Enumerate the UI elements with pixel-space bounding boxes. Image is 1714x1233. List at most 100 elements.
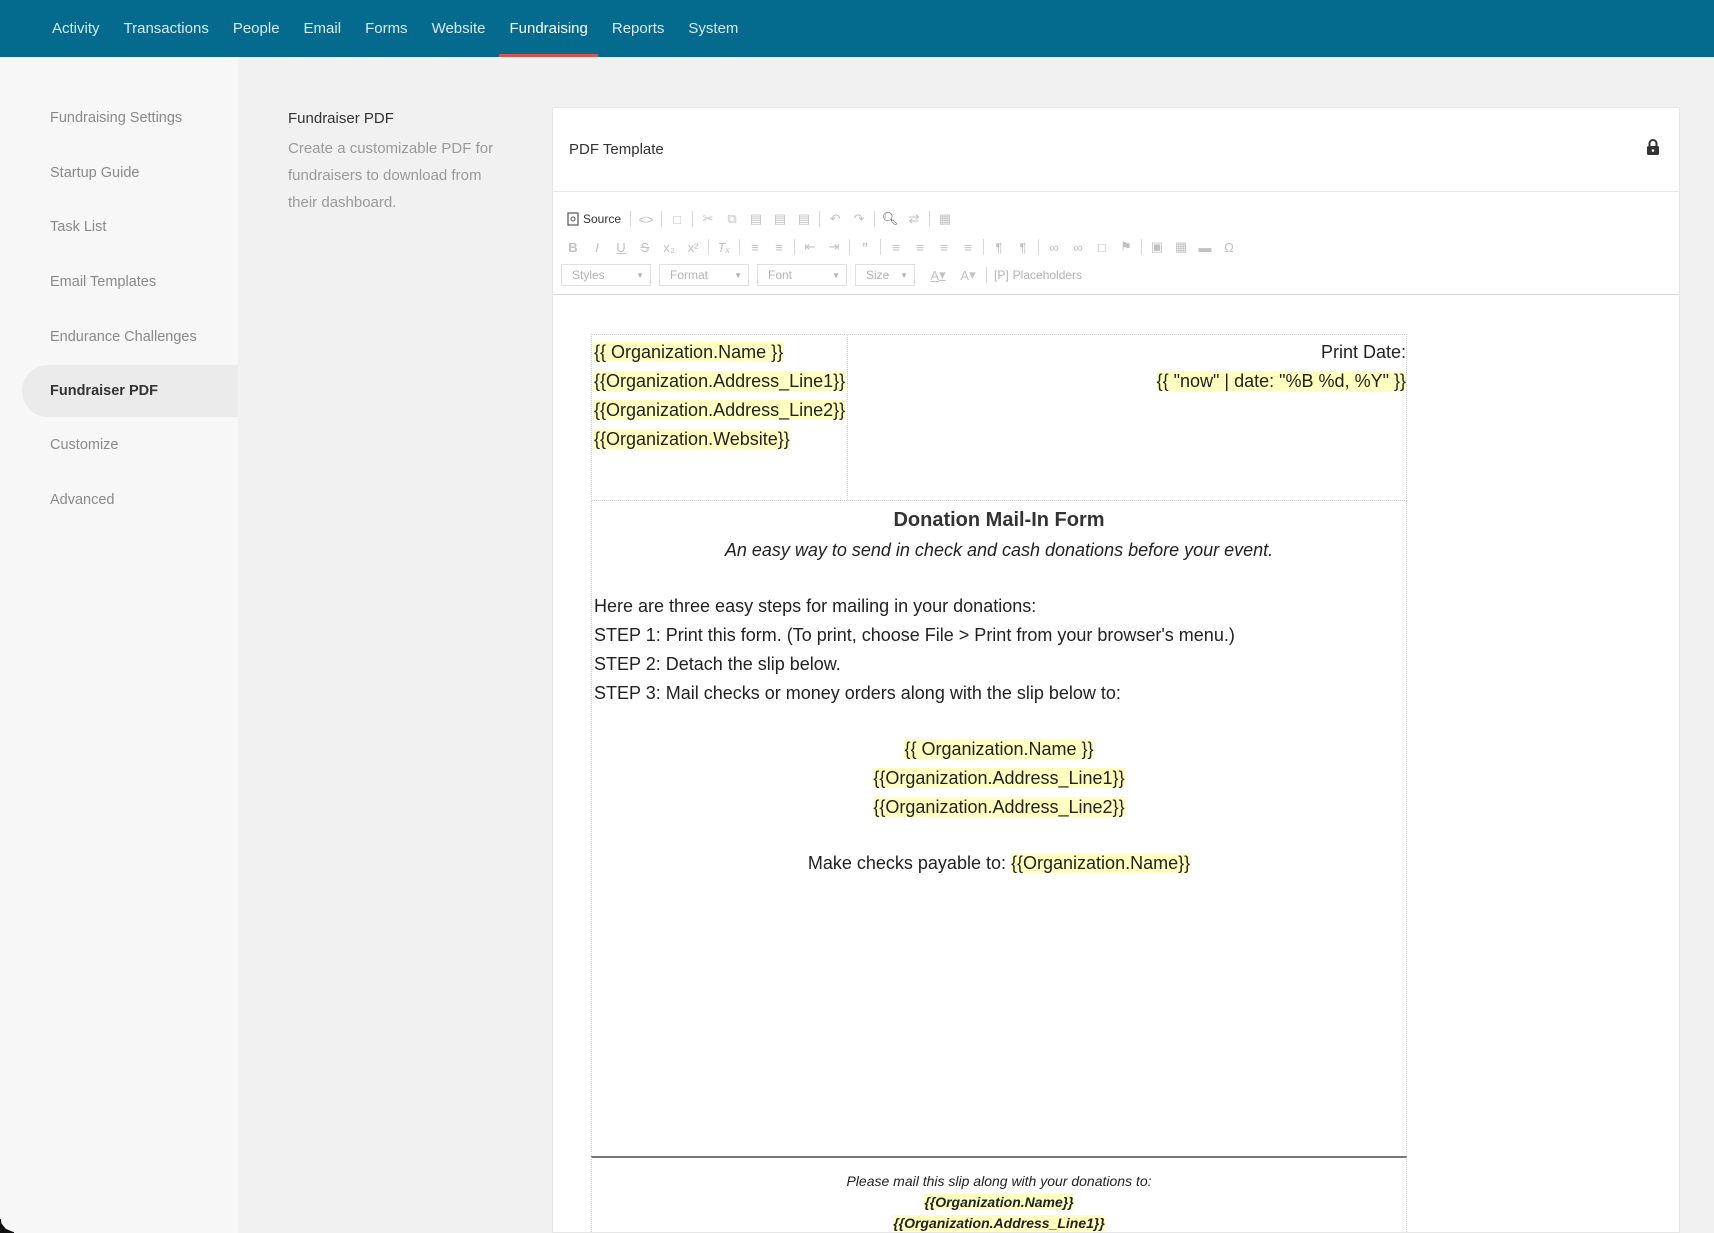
blockquote-icon[interactable]: ” xyxy=(853,235,877,259)
replace-icon[interactable]: ⇄ xyxy=(902,207,926,231)
remove-format-icon[interactable]: Tₓ xyxy=(712,235,736,259)
nav-item-transactions[interactable]: Transactions xyxy=(112,0,221,57)
strikethrough-icon[interactable]: S xyxy=(633,235,657,259)
sidebar-item-fundraising-settings[interactable]: Fundraising Settings xyxy=(22,92,238,144)
nav-item-website[interactable]: Website xyxy=(420,0,498,57)
section-title: Fundraiser PDF xyxy=(288,110,394,127)
toolbar-separator xyxy=(819,211,821,227)
text-color-icon[interactable]: A ▾ xyxy=(923,263,953,287)
nav-item-forms[interactable]: Forms xyxy=(353,0,420,57)
ltr-icon[interactable]: ¶ xyxy=(987,235,1011,259)
horizontal-line-icon[interactable]: ▬ xyxy=(1193,235,1217,259)
editor-toolbar: Source <> □ ✂ ⧉ ▤ ▤ ▤ ↶ ↷ 🔍︎ ⇄ ▦ B I U S xyxy=(553,193,1679,295)
image-icon[interactable]: ▣ xyxy=(1145,235,1169,259)
nav-item-system[interactable]: System xyxy=(676,0,750,57)
mail-to-org-name: {{ Organization.Name }} xyxy=(904,739,1094,759)
find-icon[interactable]: 🔍︎ xyxy=(878,207,902,231)
form-subtitle: An easy way to send in check and cash do… xyxy=(724,540,1274,560)
underline-icon[interactable]: U xyxy=(609,235,633,259)
org-address-line1-placeholder: {{Organization.Address_Line1}} xyxy=(594,371,846,391)
toolbar-separator xyxy=(708,239,709,255)
format-label: Format xyxy=(670,268,709,282)
sidebar: Fundraising Settings Startup Guide Task … xyxy=(0,57,238,1233)
placeholders-button[interactable]: [P] Placeholders xyxy=(994,268,1082,282)
mail-to-address-line1: {{Organization.Address_Line1}} xyxy=(873,768,1125,788)
styles-dropdown[interactable]: Styles ▼ xyxy=(561,264,651,286)
align-justify-icon[interactable]: ≡ xyxy=(956,235,980,259)
select-all-icon[interactable]: ▦ xyxy=(933,207,957,231)
superscript-icon[interactable]: x² xyxy=(681,235,705,259)
sidebar-item-startup-guide[interactable]: Startup Guide xyxy=(22,147,238,199)
undo-icon[interactable]: ↶ xyxy=(823,207,847,231)
chevron-down-icon: ▼ xyxy=(636,270,644,280)
payable-placeholder: {{Organization.Name}} xyxy=(1011,853,1191,873)
link-icon[interactable]: ∞ xyxy=(1042,235,1066,259)
code-icon[interactable]: <> xyxy=(634,207,658,231)
copy-icon[interactable]: ⧉ xyxy=(720,207,744,231)
panel-header: PDF Template xyxy=(553,108,1679,192)
source-button[interactable]: Source xyxy=(561,207,627,231)
background-color-icon[interactable]: A ▾ xyxy=(953,263,983,287)
payable-line: Make checks payable to: {{Organization.N… xyxy=(594,849,1404,878)
numbered-list-icon[interactable]: ≡ xyxy=(743,235,767,259)
outdent-icon[interactable]: ⇤ xyxy=(798,235,822,259)
toolbar-separator xyxy=(661,211,663,227)
paste-word-icon[interactable]: ▤ xyxy=(792,207,816,231)
step-1: STEP 1: Print this form. (To print, choo… xyxy=(594,625,1235,645)
redo-icon[interactable]: ↷ xyxy=(847,207,871,231)
nav-item-people[interactable]: People xyxy=(221,0,292,57)
paste-icon[interactable]: ▤ xyxy=(744,207,768,231)
step-3: STEP 3: Mail checks or money orders alon… xyxy=(594,683,1121,703)
page-break-icon[interactable]: □ xyxy=(1090,235,1114,259)
header-right-cell: Print Date: {{ "now" | date: "%B %d, %Y"… xyxy=(848,335,1406,500)
chevron-down-icon: ▼ xyxy=(900,270,908,280)
nav-item-activity[interactable]: Activity xyxy=(40,0,112,57)
rtl-icon[interactable]: ¶ xyxy=(1011,235,1035,259)
section-description-text: Create a customizable PDF for fundraiser… xyxy=(288,140,494,211)
align-left-icon[interactable]: ≡ xyxy=(884,235,908,259)
unlink-icon[interactable]: ∞ xyxy=(1066,235,1090,259)
nav-item-fundraising[interactable]: Fundraising xyxy=(497,0,599,57)
sidebar-item-advanced[interactable]: Advanced xyxy=(22,474,238,526)
section-description: Fundraiser PDF Create a customizable PDF… xyxy=(288,110,508,216)
sidebar-item-fundraiser-pdf[interactable]: Fundraiser PDF xyxy=(22,365,238,417)
toolbar-separator xyxy=(1141,239,1142,255)
nav-item-reports[interactable]: Reports xyxy=(600,0,677,57)
toolbar-separator xyxy=(874,211,876,227)
new-page-icon[interactable]: □ xyxy=(665,207,689,231)
header-table: {{ Organization.Name }} {{Organization.A… xyxy=(591,334,1407,501)
placeholders-icon: [P] xyxy=(994,268,1009,282)
toolbar-separator xyxy=(630,211,632,227)
table-icon[interactable]: ▦ xyxy=(1169,235,1193,259)
toolbar-separator xyxy=(1038,239,1039,255)
mail-to-address-line2: {{Organization.Address_Line2}} xyxy=(873,797,1125,817)
indent-icon[interactable]: ⇥ xyxy=(822,235,846,259)
lock-icon[interactable] xyxy=(1643,137,1663,162)
italic-icon[interactable]: I xyxy=(585,235,609,259)
paste-text-icon[interactable]: ▤ xyxy=(768,207,792,231)
org-name-placeholder: {{ Organization.Name }} xyxy=(594,342,784,362)
cut-icon[interactable]: ✂ xyxy=(696,207,720,231)
size-dropdown[interactable]: Size ▼ xyxy=(855,264,915,286)
bulleted-list-icon[interactable]: ≡ xyxy=(767,235,791,259)
background-color-label: A xyxy=(960,267,970,283)
align-right-icon[interactable]: ≡ xyxy=(932,235,956,259)
bold-icon[interactable]: B xyxy=(561,235,585,259)
font-dropdown[interactable]: Font ▼ xyxy=(757,264,847,286)
nav-item-email[interactable]: Email xyxy=(292,0,354,57)
styles-label: Styles xyxy=(572,268,605,282)
special-char-icon[interactable]: Ω xyxy=(1217,235,1241,259)
editor-document[interactable]: {{ Organization.Name }} {{Organization.A… xyxy=(591,334,1407,1233)
pdf-template-panel: PDF Template Source <> □ ✂ ⧉ ▤ ▤ ▤ ↶ ↷ 🔍… xyxy=(552,107,1680,1233)
header-left-cell: {{ Organization.Name }} {{Organization.A… xyxy=(592,335,848,500)
format-dropdown[interactable]: Format ▼ xyxy=(659,264,749,286)
sidebar-item-task-list[interactable]: Task List xyxy=(22,201,238,253)
sidebar-item-email-templates[interactable]: Email Templates xyxy=(22,256,238,308)
subscript-icon[interactable]: x₂ xyxy=(657,235,681,259)
toolbar-row-1: Source <> □ ✂ ⧉ ▤ ▤ ▤ ↶ ↷ 🔍︎ ⇄ ▦ xyxy=(561,205,1671,233)
anchor-flag-icon[interactable]: ⚑ xyxy=(1114,235,1138,259)
sidebar-item-customize[interactable]: Customize xyxy=(22,419,238,471)
sidebar-item-endurance-challenges[interactable]: Endurance Challenges xyxy=(22,311,238,363)
source-label: Source xyxy=(583,212,622,226)
align-center-icon[interactable]: ≡ xyxy=(908,235,932,259)
